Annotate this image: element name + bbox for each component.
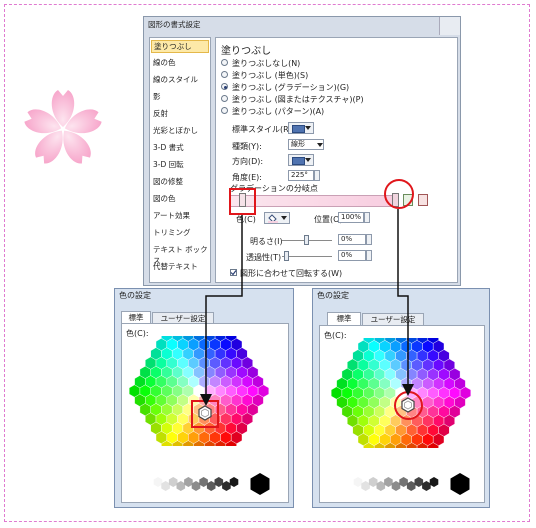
nav-item-alt-text[interactable]: 代替テキスト bbox=[153, 261, 198, 272]
radio-pattern-fill-label: 塗りつぶし (パターン)(A) bbox=[232, 107, 325, 116]
gray-hex-swatch[interactable] bbox=[214, 477, 224, 487]
nav-item-picture-color[interactable]: 図の色 bbox=[153, 193, 176, 204]
transparency-slider[interactable] bbox=[284, 251, 289, 261]
brightness-spinner[interactable] bbox=[366, 234, 372, 245]
gray-hex-swatch[interactable] bbox=[414, 477, 424, 487]
radio-solid-fill-label: 塗りつぶし (単色)(S) bbox=[232, 71, 309, 80]
direction-dropdown[interactable] bbox=[288, 154, 314, 166]
grayscale-swatches[interactable] bbox=[152, 472, 282, 500]
format-shape-dialog: 図形の書式設定 塗りつぶし 線の色 線のスタイル 影 反射 光彩とぼかし 3-D… bbox=[143, 16, 461, 286]
nav-item-fill[interactable]: 塗りつぶし bbox=[151, 40, 209, 53]
preset-label: 標準スタイル(R): bbox=[232, 125, 295, 134]
black-hex-swatch[interactable] bbox=[450, 473, 470, 495]
transparency-track bbox=[282, 256, 332, 257]
gray-hex-swatch[interactable] bbox=[222, 481, 231, 491]
rotate-with-shape-checkbox[interactable] bbox=[230, 269, 237, 276]
angle-input[interactable]: 225° bbox=[288, 170, 314, 181]
gray-hex-swatch[interactable] bbox=[153, 477, 163, 487]
highlight-start-stop bbox=[229, 188, 256, 215]
gray-hex-swatch[interactable] bbox=[361, 481, 370, 491]
gray-hex-swatch[interactable] bbox=[353, 477, 363, 487]
radio-no-fill[interactable] bbox=[221, 59, 228, 66]
gray-hex-swatch[interactable] bbox=[199, 477, 208, 487]
gray-hex-swatch[interactable] bbox=[161, 481, 170, 491]
angle-spinner[interactable] bbox=[314, 170, 320, 181]
gray-hex-swatch[interactable] bbox=[206, 481, 216, 491]
gray-hex-swatch[interactable] bbox=[184, 477, 193, 487]
type-label: 種類(Y): bbox=[232, 142, 262, 151]
gray-hex-swatch[interactable] bbox=[176, 481, 186, 491]
nav-item-crop[interactable]: トリミング bbox=[153, 227, 191, 238]
fill-panel: 塗りつぶし 塗りつぶしなし(N) 塗りつぶし (単色)(S) 塗りつぶし (グラ… bbox=[215, 37, 458, 283]
section-title: 塗りつぶし bbox=[221, 46, 272, 57]
gray-hex-swatch[interactable] bbox=[406, 481, 416, 491]
gray-hex-swatch[interactable] bbox=[376, 481, 386, 491]
paint-bucket-icon bbox=[268, 214, 278, 223]
close-button[interactable] bbox=[439, 17, 460, 35]
rotate-with-shape-label: 図形に合わせて回転する(W) bbox=[240, 269, 343, 278]
radio-solid-fill[interactable] bbox=[221, 71, 228, 78]
preset-gradient-dropdown[interactable] bbox=[288, 122, 314, 134]
direction-label: 方向(D): bbox=[232, 157, 264, 166]
gray-hex-swatch[interactable] bbox=[168, 477, 178, 487]
nav-item-line-color[interactable]: 線の色 bbox=[153, 57, 176, 68]
nav-item-glow[interactable]: 光彩とぼかし bbox=[153, 125, 198, 136]
nav-item-3d-rotation[interactable]: 3-D 回転 bbox=[153, 159, 184, 170]
color-label: 色(C) bbox=[236, 215, 256, 224]
position-spinner[interactable] bbox=[364, 212, 370, 223]
transparency-label: 透過性(T) bbox=[246, 253, 282, 262]
brightness-label: 明るさ(I) bbox=[250, 237, 283, 246]
gray-hex-swatch[interactable] bbox=[429, 477, 439, 487]
chevron-down-icon bbox=[317, 143, 323, 147]
highlight-selected-color bbox=[394, 391, 423, 420]
category-nav: 塗りつぶし 線の色 線のスタイル 影 反射 光彩とぼかし 3-D 書式 3-D … bbox=[149, 37, 211, 283]
honeycomb-color-picker[interactable] bbox=[124, 336, 274, 446]
color-picker-button[interactable] bbox=[264, 212, 290, 224]
highlight-end-stop bbox=[384, 179, 414, 209]
gray-hex-swatch[interactable] bbox=[191, 481, 201, 491]
gray-hex-swatch[interactable] bbox=[384, 477, 393, 487]
radio-picture-fill[interactable] bbox=[221, 95, 228, 102]
nav-item-artistic-effects[interactable]: アート効果 bbox=[153, 210, 190, 221]
gray-hex-swatch[interactable] bbox=[229, 477, 239, 487]
radio-gradient-fill[interactable] bbox=[221, 83, 228, 90]
transparency-input[interactable]: 0% bbox=[338, 250, 366, 261]
radio-gradient-fill-label: 塗りつぶし (グラデーション)(G) bbox=[232, 83, 350, 92]
highlight-selected-color bbox=[191, 400, 219, 428]
radio-pattern-fill[interactable] bbox=[221, 107, 228, 114]
radio-picture-fill-label: 塗りつぶし (図またはテクスチャ)(P) bbox=[232, 95, 364, 104]
sakura-flower-icon bbox=[24, 90, 102, 164]
position-input[interactable]: 100% bbox=[338, 212, 364, 223]
nav-item-picture-corrections[interactable]: 図の修整 bbox=[153, 176, 183, 187]
color-dialog-title: 色の設定 bbox=[317, 291, 349, 300]
color-dialog-title: 色の設定 bbox=[119, 291, 151, 300]
gray-hex-swatch[interactable] bbox=[368, 477, 378, 487]
nav-item-line-style[interactable]: 線のスタイル bbox=[153, 74, 198, 85]
brightness-slider[interactable] bbox=[304, 235, 309, 245]
nav-item-reflection[interactable]: 反射 bbox=[153, 108, 168, 119]
radio-no-fill-label: 塗りつぶしなし(N) bbox=[232, 59, 301, 68]
gray-hex-swatch[interactable] bbox=[399, 477, 408, 487]
black-hex-swatch[interactable] bbox=[250, 473, 270, 495]
nav-item-shadow[interactable]: 影 bbox=[153, 91, 161, 102]
gray-hex-swatch[interactable] bbox=[391, 481, 401, 491]
grayscale-swatches[interactable] bbox=[352, 472, 482, 500]
tab-standard[interactable]: 標準 bbox=[327, 312, 361, 325]
angle-label: 角度(E): bbox=[232, 173, 262, 182]
remove-stop-icon[interactable] bbox=[418, 194, 428, 206]
nav-item-3d-format[interactable]: 3-D 書式 bbox=[153, 142, 184, 153]
dialog-title: 図形の書式設定 bbox=[148, 20, 201, 29]
gray-hex-swatch[interactable] bbox=[422, 481, 431, 491]
transparency-spinner[interactable] bbox=[366, 250, 372, 261]
brightness-input[interactable]: 0% bbox=[338, 234, 366, 245]
